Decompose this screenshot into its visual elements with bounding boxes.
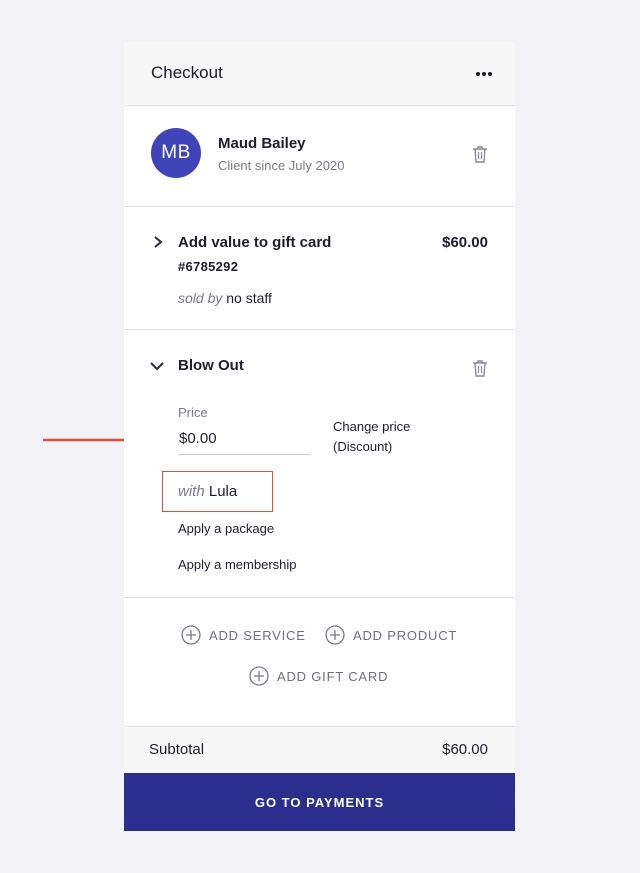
chevron-right-icon[interactable] bbox=[151, 235, 165, 249]
staff-selector[interactable]: with Lula bbox=[178, 483, 237, 500]
sold-by-value: no staff bbox=[226, 290, 272, 306]
plus-circle-icon bbox=[249, 666, 269, 686]
add-product-label: ADD PRODUCT bbox=[353, 627, 458, 643]
subtotal-row: Subtotal $60.00 bbox=[124, 727, 515, 773]
chevron-down-icon[interactable] bbox=[150, 359, 164, 373]
apply-package-link[interactable]: Apply a package bbox=[178, 521, 274, 536]
sold-by-label: sold by bbox=[178, 290, 223, 306]
subtotal-label: Subtotal bbox=[149, 741, 205, 758]
subtotal-value: $60.00 bbox=[442, 741, 488, 758]
staff-name: Lula bbox=[208, 483, 238, 500]
price-input[interactable] bbox=[178, 428, 311, 455]
more-icon[interactable] bbox=[474, 64, 494, 84]
add-gift-card-button[interactable]: ADD GIFT CARD bbox=[249, 666, 388, 686]
add-gift-card-label: ADD GIFT CARD bbox=[277, 668, 389, 684]
with-label: with bbox=[178, 483, 205, 500]
service-title: Blow Out bbox=[178, 357, 244, 374]
checkout-panel: Checkout MB Maud Bailey Client since Jul… bbox=[124, 42, 515, 831]
page-title: Checkout bbox=[151, 63, 223, 82]
add-items-section: ADD SERVICE ADD PRODUCT ADD GIFT CARD bbox=[124, 598, 515, 727]
trash-icon[interactable] bbox=[472, 359, 488, 377]
checkout-header: Checkout bbox=[124, 42, 515, 106]
price-label: Price bbox=[178, 405, 208, 420]
apply-membership-link[interactable]: Apply a membership bbox=[178, 557, 297, 572]
plus-circle-icon bbox=[181, 625, 201, 645]
discount-label: (Discount) bbox=[333, 439, 393, 454]
change-price-link[interactable]: Change price (Discount) bbox=[333, 417, 410, 457]
add-service-label: ADD SERVICE bbox=[209, 627, 306, 643]
plus-circle-icon bbox=[325, 625, 345, 645]
service-line-item: Blow Out Price Change price (Discount) w… bbox=[124, 330, 515, 598]
avatar: MB bbox=[151, 128, 201, 178]
gift-card-code: #6785292 bbox=[178, 259, 239, 274]
gift-card-title: Add value to gift card bbox=[178, 234, 332, 251]
add-service-button[interactable]: ADD SERVICE bbox=[181, 625, 306, 645]
sold-by[interactable]: sold by no staff bbox=[178, 290, 272, 306]
add-product-button[interactable]: ADD PRODUCT bbox=[325, 625, 457, 645]
client-section[interactable]: MB Maud Bailey Client since July 2020 bbox=[124, 106, 515, 207]
client-name: Maud Bailey bbox=[218, 135, 306, 152]
go-to-payments-button[interactable]: GO TO PAYMENTS bbox=[124, 773, 515, 831]
change-price-label: Change price bbox=[333, 419, 411, 434]
gift-card-line-item: Add value to gift card $60.00 #6785292 s… bbox=[124, 207, 515, 330]
client-since: Client since July 2020 bbox=[218, 158, 345, 173]
gift-card-price: $60.00 bbox=[442, 234, 488, 251]
trash-icon[interactable] bbox=[472, 145, 488, 163]
